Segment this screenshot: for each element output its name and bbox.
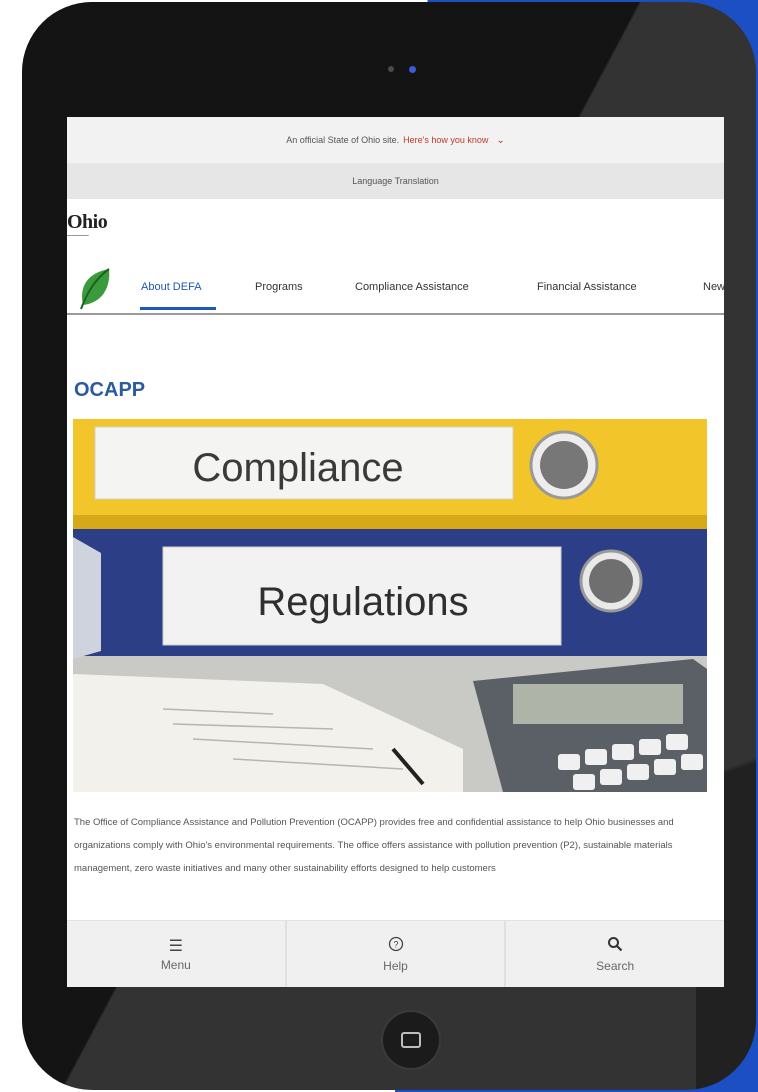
ohio-logo-word: Ohio bbox=[67, 211, 108, 233]
camera-icon bbox=[388, 66, 394, 72]
bottom-action-bar: ☰ Menu ? Help Search bbox=[67, 920, 724, 987]
nav-item-programs[interactable]: Programs bbox=[255, 281, 303, 293]
home-button[interactable] bbox=[383, 1012, 439, 1068]
help-label: Help bbox=[383, 959, 408, 973]
nav-item-new[interactable]: New bbox=[703, 281, 724, 293]
language-translation-bar[interactable]: Language Translation bbox=[67, 163, 724, 199]
help-button[interactable]: ? Help bbox=[287, 921, 507, 987]
logo-subtitle-line: ━━━━━━━━━ bbox=[67, 233, 89, 238]
svg-text:?: ? bbox=[393, 940, 398, 950]
official-site-text: An official State of Ohio site. bbox=[286, 135, 400, 145]
menu-button[interactable]: ☰ Menu bbox=[67, 921, 287, 987]
nav-item-financial-assistance[interactable]: Financial Assistance bbox=[537, 281, 637, 293]
body-paragraph: The Office of Compliance Assistance and … bbox=[74, 817, 674, 874]
page-title: OCAPP bbox=[74, 379, 146, 401]
help-icon: ? bbox=[388, 936, 404, 957]
screen: An official State of Ohio site. Here's h… bbox=[67, 117, 724, 987]
hero-image: Compliance Regulations bbox=[73, 419, 707, 792]
menu-icon: ☰ bbox=[168, 937, 183, 955]
language-translation-label: Language Translation bbox=[352, 176, 439, 186]
nav-item-compliance-assistance[interactable]: Compliance Assistance bbox=[355, 281, 469, 293]
official-site-banner[interactable]: An official State of Ohio site. Here's h… bbox=[67, 117, 724, 163]
home-icon bbox=[401, 1032, 421, 1048]
nav-item-about-defa[interactable]: About DEFA bbox=[141, 281, 202, 293]
active-tab-underline bbox=[140, 307, 216, 310]
search-icon bbox=[607, 936, 623, 957]
chevron-down-icon[interactable]: ⌄ bbox=[496, 135, 504, 146]
sensor-icon bbox=[409, 66, 416, 73]
search-button[interactable]: Search bbox=[506, 921, 724, 987]
how-you-know-link[interactable]: Here's how you know bbox=[403, 135, 488, 145]
binder-label-compliance: Compliance bbox=[192, 446, 403, 490]
ohio-logo[interactable]: Ohio ━━━━━━━━━ bbox=[67, 211, 108, 251]
binder-label-regulations: Regulations bbox=[257, 580, 468, 624]
menu-label: Menu bbox=[160, 957, 191, 972]
search-label: Search bbox=[596, 959, 635, 973]
leaf-icon[interactable] bbox=[75, 265, 115, 311]
main-nav: About DEFA Programs Compliance Assistanc… bbox=[67, 265, 724, 315]
